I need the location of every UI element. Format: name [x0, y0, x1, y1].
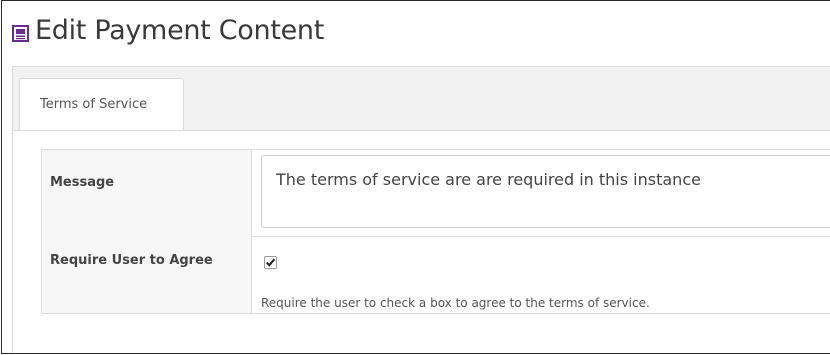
tab-label: Terms of Service [40, 97, 148, 112]
form-table: Message The terms of service are are req… [41, 149, 830, 314]
page-header: Edit Payment Content [2, 1, 830, 59]
page-title: Edit Payment Content [35, 15, 325, 46]
form-row-message: Message The terms of service are are req… [42, 150, 830, 237]
form-row-require-agree: Require User to Agree Require the user t… [42, 236, 830, 313]
checkmark-icon [266, 258, 276, 267]
label-cell: Require User to Agree [42, 236, 252, 313]
require-agree-checkbox[interactable] [264, 256, 277, 269]
label-cell: Message [42, 150, 252, 236]
message-textarea[interactable]: The terms of service are are required in… [261, 155, 830, 228]
require-agree-label: Require User to Agree [50, 253, 213, 268]
require-agree-help-text: Require the user to check a box to agree… [261, 296, 650, 310]
tab-bar: Terms of Service [12, 66, 830, 132]
edit-payment-content-panel: Edit Payment Content Terms of Service Me… [1, 0, 830, 354]
message-label: Message [50, 175, 115, 190]
message-value: The terms of service are are required in… [276, 170, 701, 189]
document-icon [12, 25, 29, 42]
tab-content: Message The terms of service are are req… [12, 130, 830, 353]
tab-terms-of-service[interactable]: Terms of Service [19, 78, 184, 132]
